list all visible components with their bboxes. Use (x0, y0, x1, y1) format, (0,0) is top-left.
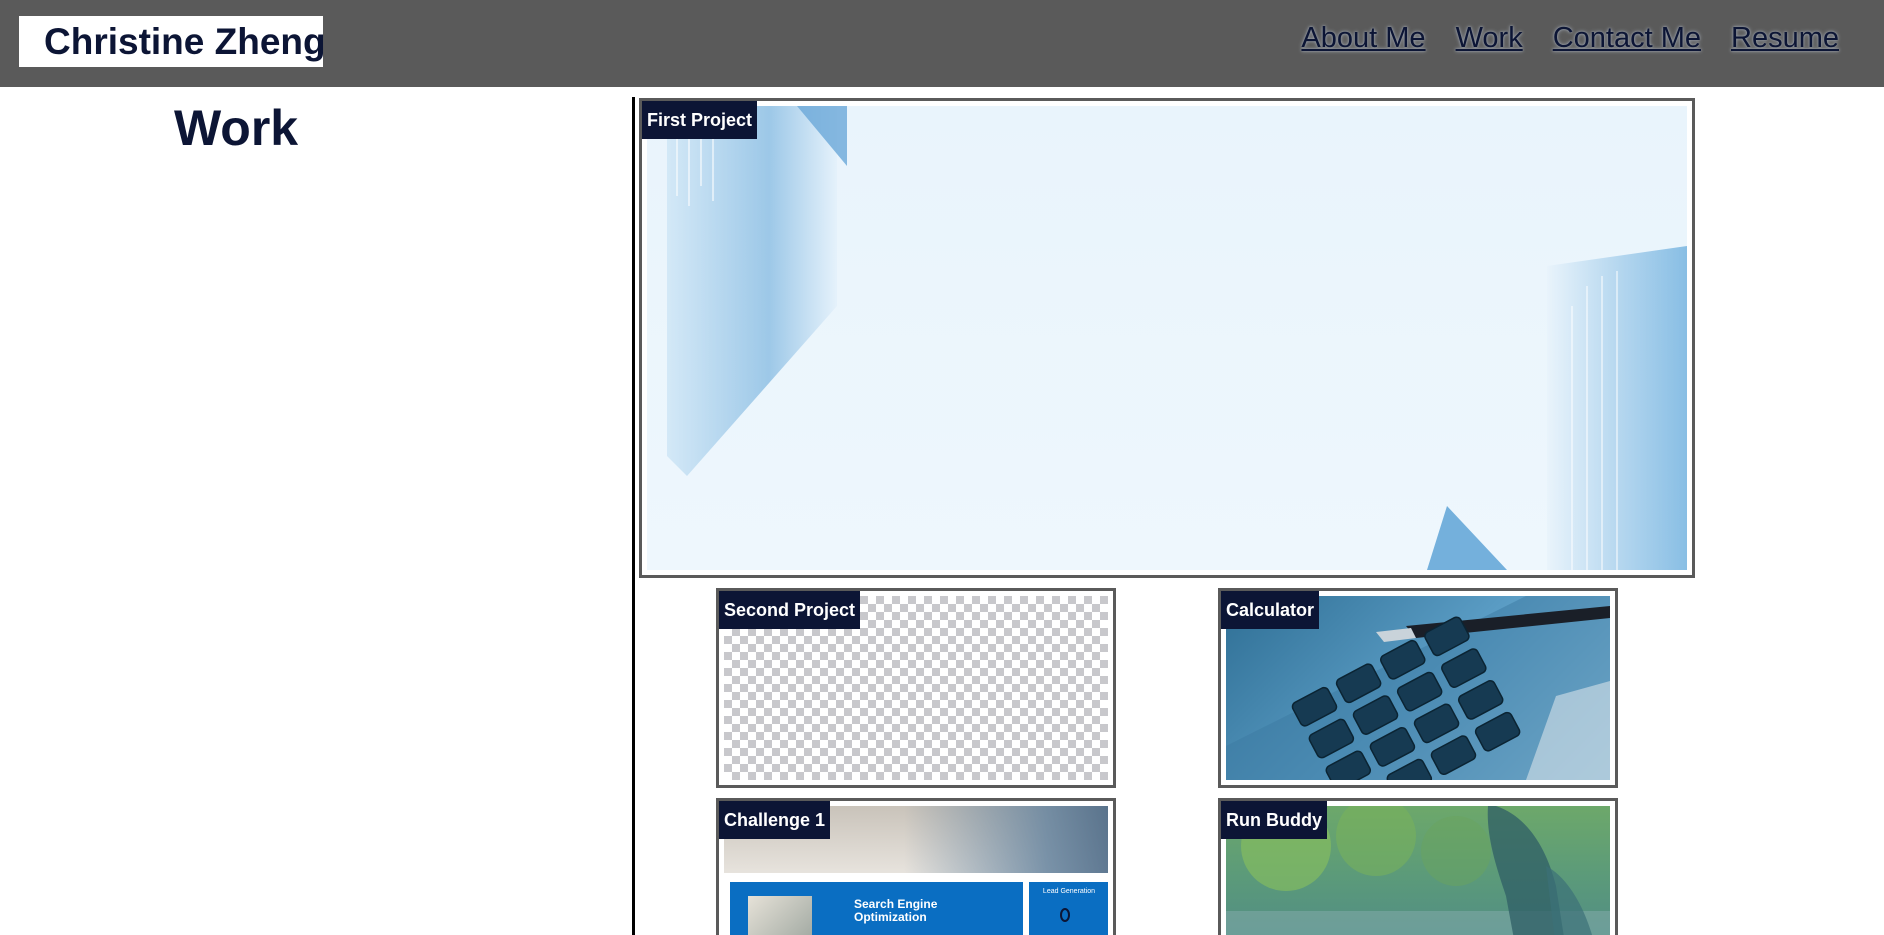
project-label: Second Project (719, 591, 861, 629)
project-label: Calculator (1221, 591, 1320, 629)
project-label: Run Buddy (1221, 801, 1327, 839)
lead-generation-icon (1060, 908, 1070, 922)
project-card-calculator[interactable]: Calculator (1218, 588, 1618, 788)
seo-heading-text: Search Engine Optimization (854, 897, 938, 924)
main-nav: About Me Work Contact Me Resume (1301, 22, 1839, 55)
section-title-work: Work (174, 100, 299, 156)
nav-link-contact-me[interactable]: Contact Me (1553, 22, 1701, 55)
project-label: Challenge 1 (719, 801, 831, 839)
site-header: Christine Zheng About Me Work Contact Me… (0, 0, 1884, 87)
project-label: First Project (642, 101, 758, 139)
project-card-first[interactable]: First Project (639, 98, 1695, 578)
project-card-run-buddy[interactable]: Run Buddy (1218, 798, 1618, 935)
seo-side-text: Lead Generation (1042, 888, 1096, 895)
section-divider (632, 97, 635, 935)
nav-link-work[interactable]: Work (1456, 22, 1523, 55)
project-card-second[interactable]: Second Project (716, 588, 1116, 788)
abstract-blue-background-image (647, 106, 1687, 570)
site-brand[interactable]: Christine Zheng (19, 16, 326, 67)
project-card-challenge-1[interactable]: Search Engine Optimization Lead Generati… (716, 798, 1116, 935)
nav-link-resume[interactable]: Resume (1731, 22, 1839, 55)
nav-link-about-me[interactable]: About Me (1301, 22, 1425, 55)
